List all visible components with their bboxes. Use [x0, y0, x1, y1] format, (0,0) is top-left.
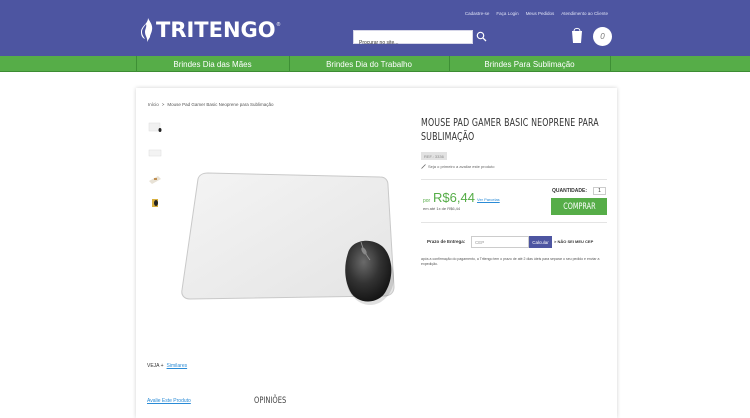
search-icon[interactable]: [476, 31, 488, 43]
installments-link[interactable]: Ver Parcelas: [477, 197, 500, 202]
customer-service-link[interactable]: Atendimento ao Cliente: [561, 11, 608, 16]
product-thumbnail-4[interactable]: [148, 197, 162, 209]
buy-button-label: COMPRAR: [562, 201, 596, 212]
product-thumbnail-3[interactable]: [148, 173, 162, 185]
shipping-note: após a confirmação do pagamento, a Trite…: [421, 257, 600, 266]
installments-text: em até 1x de R$6,44: [423, 206, 461, 211]
breadcrumb-current: Mouse Pad Gamer Basic Neoprene para Subl…: [167, 102, 274, 107]
registered-mark: ®: [276, 22, 281, 28]
dont-know-cep-link[interactable]: > NÃO SEI MEU CEP: [554, 239, 593, 244]
search-box: [353, 30, 473, 49]
breadcrumb: Início > Mouse Pad Gamer Basic Neoprene …: [148, 102, 273, 107]
nav-item-sublimacao[interactable]: Brindes Para Sublimação: [449, 56, 610, 72]
cart-count-badge[interactable]: 0: [593, 27, 612, 46]
reviews-heading: OPINIÕES: [254, 396, 287, 406]
breadcrumb-home[interactable]: Início: [148, 102, 159, 107]
cep-input[interactable]: [471, 236, 529, 248]
quantity-label: QUANTIDADE:: [552, 188, 587, 194]
nav-item-dia-das-maes[interactable]: Brindes Dia das Mães: [136, 56, 289, 72]
see-more: VEJA + Similares: [147, 363, 187, 369]
price-prefix: por: [423, 198, 431, 204]
review-first-link[interactable]: Seja o primeiro a avaliar este produto: [421, 164, 494, 169]
my-orders-link[interactable]: Meus Pedidos: [526, 11, 555, 16]
product-title: MOUSE PAD GAMER BASIC NEOPRENE PARA SUBL…: [421, 117, 599, 143]
review-first-text: Seja o primeiro a avaliar este produto: [428, 164, 495, 169]
see-more-label: VEJA +: [147, 363, 164, 369]
product-ref-badge: REF.: 3336: [421, 152, 447, 160]
nav-divider: [610, 56, 611, 72]
logo-text: TRITENGO: [156, 17, 276, 42]
cart-bag-icon[interactable]: [571, 26, 583, 44]
search-input[interactable]: [354, 37, 472, 49]
product-main-image[interactable]: [180, 165, 398, 305]
logo[interactable]: TRITENGO ®: [141, 16, 280, 44]
logo-flame-icon: [141, 18, 153, 42]
rate-product-link[interactable]: Avalie Este Produto: [147, 398, 191, 404]
similar-products-link[interactable]: Similares: [167, 363, 188, 369]
signup-link[interactable]: Cadastre-se: [465, 11, 490, 16]
shipping-label: Prazo de Entrega:: [427, 239, 466, 244]
quantity-input[interactable]: [593, 187, 606, 195]
nav-item-dia-do-trabalho[interactable]: Brindes Dia do Trabalho: [289, 56, 449, 72]
cart-count: 0: [600, 32, 605, 41]
divider: [421, 222, 607, 223]
calculate-shipping-button[interactable]: Calcular: [529, 236, 552, 248]
divider: [421, 179, 607, 180]
login-link[interactable]: Faça Login: [496, 11, 518, 16]
top-links: Cadastre-se Faça Login Meus Pedidos Aten…: [465, 11, 608, 16]
breadcrumb-separator: >: [161, 102, 165, 107]
product-price: R$6,44: [433, 190, 475, 205]
category-nav: Brindes Dia das Mães Brindes Dia do Trab…: [0, 56, 750, 72]
product-thumbnail-1[interactable]: [148, 122, 162, 134]
site-header: Cadastre-se Faça Login Meus Pedidos Aten…: [0, 0, 750, 56]
product-thumbnail-2[interactable]: [148, 147, 162, 159]
pencil-icon: [421, 164, 426, 169]
buy-button[interactable]: COMPRAR: [551, 198, 607, 215]
